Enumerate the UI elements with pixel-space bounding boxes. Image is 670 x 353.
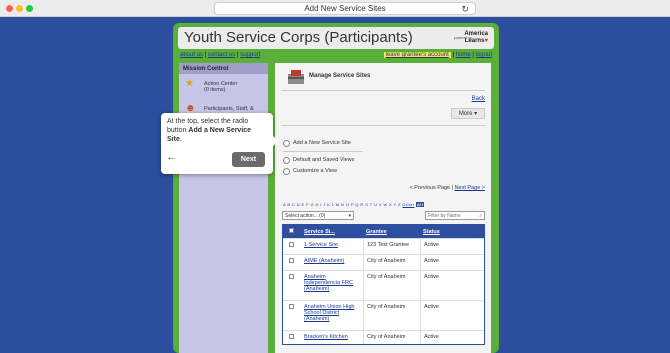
table-row: Anaheim Independencia FRC (Anaheim) City… bbox=[283, 270, 484, 300]
zoom-window-button[interactable] bbox=[26, 5, 33, 12]
service-sites-table: Service Si... Grantee Status 1 Service S… bbox=[282, 224, 485, 345]
next-page-link[interactable]: Next Page > bbox=[455, 185, 485, 191]
search-icon[interactable]: ⌕ bbox=[479, 212, 484, 220]
support-link[interactable]: support bbox=[240, 52, 260, 58]
status-cell: Active bbox=[420, 301, 482, 330]
customize-view-label: Customize a View bbox=[293, 168, 337, 174]
logo-line-2: Learns bbox=[464, 38, 485, 44]
add-new-service-site-label: Add a New Service Site bbox=[293, 140, 351, 146]
column-status[interactable]: Status bbox=[420, 226, 482, 238]
about-us-link[interactable]: about us bbox=[180, 52, 203, 58]
select-all-checkbox[interactable] bbox=[289, 228, 294, 233]
alphabet-filter[interactable]: A B C D E F G H I J K L M N O P Q R S T … bbox=[283, 202, 425, 207]
column-grantee[interactable]: Grantee bbox=[363, 226, 420, 238]
heart-icon: ♥ bbox=[484, 38, 488, 44]
more-label: More bbox=[458, 111, 473, 117]
app-title: Youth Service Corps (Participants) bbox=[184, 29, 413, 46]
select-action-dropdown[interactable]: Select action... (0) ▾ bbox=[282, 211, 354, 220]
grantee-cell: City of Anaheim bbox=[363, 331, 420, 344]
star-icon: ★ bbox=[185, 78, 194, 89]
page-title: Manage Service Sites bbox=[309, 73, 371, 79]
status-cell: Active bbox=[420, 239, 482, 254]
row-checkbox[interactable] bbox=[289, 274, 294, 279]
table-row: Bracken's Kitchen City of Anaheim Active bbox=[283, 330, 484, 344]
divider bbox=[281, 90, 485, 91]
select-action-value: Select action... (0) bbox=[285, 213, 326, 219]
sidebar-item-participants[interactable]: ☻ Participants, Staff, & bbox=[185, 103, 254, 114]
walkthrough-tooltip: At the top, select the radio button Add … bbox=[161, 113, 278, 174]
logo-line-1: America bbox=[464, 31, 488, 37]
service-site-link[interactable]: Anaheim Independencia FRC (Anaheim) bbox=[301, 271, 363, 300]
leave-grantee-account-link[interactable]: leave grantee's account bbox=[383, 52, 451, 58]
browser-titlebar: Add New Service Sites ↻ bbox=[0, 0, 670, 17]
tooltip-text: At the top, select the radio button Add … bbox=[167, 117, 267, 144]
status-cell: Active bbox=[420, 331, 482, 344]
app-header: Youth Service Corps (Participants) power… bbox=[178, 27, 494, 49]
sidebar: Mission Control ★ Action Center (0 items… bbox=[179, 63, 268, 353]
main-content: Manage Service Sites Back More ▾ Add a N… bbox=[275, 63, 491, 353]
default-saved-views-label: Default and Saved Views bbox=[293, 157, 355, 163]
row-checkbox[interactable] bbox=[289, 304, 294, 309]
customize-view-radio[interactable] bbox=[283, 168, 290, 175]
tooltip-text-c: . bbox=[179, 136, 182, 143]
alphabet-all[interactable]: All bbox=[415, 202, 425, 207]
close-window-button[interactable] bbox=[6, 5, 13, 12]
previous-page-link[interactable]: < Previous Page bbox=[410, 185, 451, 191]
filter-placeholder: Filter by Name bbox=[428, 213, 461, 219]
contact-us-link[interactable]: contact us bbox=[208, 52, 235, 58]
table-header: Service Si... Grantee Status bbox=[283, 225, 484, 238]
america-learns-logo: America Learns♥ bbox=[464, 31, 488, 45]
alphabet-other[interactable]: Other bbox=[402, 202, 414, 207]
table-row: Anaheim Union High School District (Anah… bbox=[283, 300, 484, 330]
row-checkbox[interactable] bbox=[289, 242, 294, 247]
status-cell: Active bbox=[420, 255, 482, 270]
row-checkbox[interactable] bbox=[289, 334, 294, 339]
people-icon: ☻ bbox=[185, 103, 196, 114]
column-service-site[interactable]: Service Si... bbox=[301, 226, 363, 238]
grantee-cell: City of Anaheim bbox=[363, 301, 420, 330]
alphabet-letters[interactable]: A B C D E F G H I J K L M N O P Q R S T … bbox=[283, 202, 401, 207]
grantee-cell: City of Anaheim bbox=[363, 255, 420, 270]
page-tab-title: Add New Service Sites bbox=[304, 4, 386, 13]
service-site-link[interactable]: AIME (Anaheim) bbox=[301, 255, 363, 270]
top-nav: about us | contact us | support leave gr… bbox=[180, 52, 492, 58]
divider bbox=[283, 151, 363, 152]
table-row: AIME (Anaheim) City of Anaheim Active bbox=[283, 254, 484, 270]
address-bar[interactable]: Add New Service Sites ↻ bbox=[214, 2, 476, 15]
tooltip-next-button[interactable]: Next bbox=[232, 152, 265, 167]
logout-link[interactable]: logout bbox=[476, 52, 492, 58]
service-site-link[interactable]: Bracken's Kitchen bbox=[301, 331, 363, 344]
minimize-window-button[interactable] bbox=[16, 5, 23, 12]
more-button[interactable]: More ▾ bbox=[451, 108, 485, 119]
status-cell: Active bbox=[420, 271, 482, 300]
grantee-cell: City of Anaheim bbox=[363, 271, 420, 300]
grantee-cell: 123 Test Grantee bbox=[363, 239, 420, 254]
row-checkbox[interactable] bbox=[289, 258, 294, 263]
sidebar-item-action-center[interactable]: ★ Action Center (0 items) bbox=[185, 78, 237, 94]
add-new-service-site-radio[interactable] bbox=[283, 140, 290, 147]
toolbox-icon bbox=[288, 70, 304, 84]
service-site-link[interactable]: Anaheim Union High School District (Anah… bbox=[301, 301, 363, 330]
default-saved-views-radio[interactable] bbox=[283, 157, 290, 164]
home-link[interactable]: home bbox=[456, 52, 471, 58]
divider bbox=[281, 125, 485, 126]
sidebar-heading: Mission Control bbox=[179, 63, 268, 74]
filter-by-name-input[interactable]: Filter by Name ⌕ bbox=[425, 211, 485, 220]
reload-icon[interactable]: ↻ bbox=[461, 3, 469, 15]
back-arrow-icon[interactable]: ← bbox=[166, 151, 177, 163]
pagination: < Previous Page | Next Page > bbox=[410, 185, 485, 191]
table-row: 1 Service Site 123 Test Grantee Active bbox=[283, 238, 484, 254]
back-link[interactable]: Back bbox=[472, 96, 485, 102]
service-site-link[interactable]: 1 Service Site bbox=[301, 239, 363, 254]
